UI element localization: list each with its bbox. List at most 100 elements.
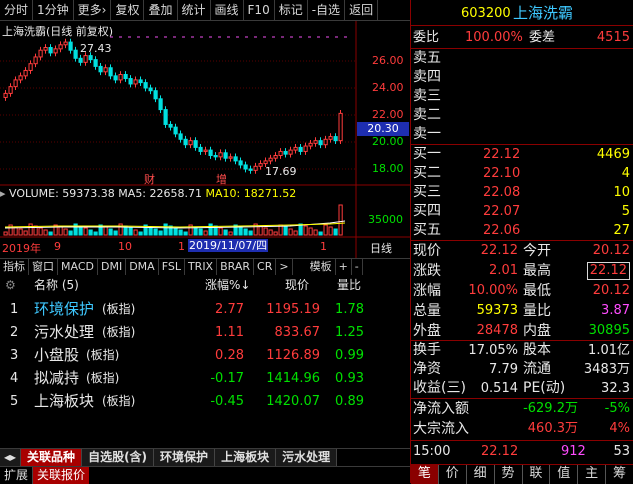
stock-name: 上海洗霸: [513, 4, 574, 22]
ind-tab-cr[interactable]: CR: [254, 259, 277, 275]
candle-body: [248, 168, 253, 171]
sell-row[interactable]: 卖四: [411, 68, 633, 87]
ind-tab-trix[interactable]: TRIX: [185, 259, 218, 275]
candle-body: [168, 123, 173, 128]
stat-row: 总量 59373 量比 3.87: [411, 301, 633, 321]
stat-label: 总量: [413, 303, 441, 319]
volume-bar: [318, 231, 323, 236]
toolbar-fenshi[interactable]: 分时: [0, 0, 34, 20]
ind-tab-template[interactable]: 模板: [307, 259, 336, 275]
stat-value: 2.01: [489, 263, 518, 278]
toolbar-huaxian[interactable]: 画线: [211, 0, 244, 20]
ind-tab-chuangkou[interactable]: 窗口: [29, 259, 58, 275]
footer-tab[interactable]: 笔: [411, 465, 439, 484]
col-ratio[interactable]: 量比: [337, 274, 361, 297]
kline-chart[interactable]: 上海洗霸(日线 前复权) 27.43 17.69 财 增 26.00 24.00…: [0, 21, 410, 261]
tab-arrows[interactable]: ◂▸: [0, 449, 22, 466]
stat-label: 最低: [523, 283, 551, 299]
tab-guanlian-baojia[interactable]: 关联报价: [33, 467, 90, 484]
footer-tab[interactable]: 值: [550, 465, 579, 484]
toolbar-diejia[interactable]: 叠加: [144, 0, 178, 20]
candle-body: [208, 149, 213, 157]
marker-cai[interactable]: 财: [144, 171, 155, 187]
stat-value: 17.05%: [468, 343, 518, 358]
related-row-tag: (板指): [102, 302, 136, 316]
related-row-tag: (板指): [86, 348, 120, 362]
candle-body: [243, 164, 248, 170]
sell-row[interactable]: 卖一: [411, 125, 633, 144]
ind-tab-macd[interactable]: MACD: [58, 259, 98, 275]
candle-body: [153, 90, 158, 100]
sell-row[interactable]: 卖二: [411, 106, 633, 125]
tab-kuozhan[interactable]: 扩展: [0, 467, 34, 484]
buy-price: 22.08: [483, 185, 521, 200]
footer-tab[interactable]: 价: [438, 465, 467, 484]
tab-shanghai[interactable]: 上海板块: [215, 449, 277, 466]
price-axis-24: 24.00: [372, 81, 404, 94]
top-toolbar: 分时 1分钟 更多› 复权 叠加 统计 画线 F10 标记 -自选 返回: [0, 0, 410, 21]
ind-tab-dma[interactable]: DMA: [126, 259, 159, 275]
related-row-ratio: 1.25: [335, 325, 364, 340]
buy-label: 买三: [413, 184, 441, 200]
footer-tab[interactable]: 势: [494, 465, 523, 484]
toolbar-back[interactable]: 返回: [345, 0, 379, 20]
stat-value: 59373: [476, 303, 518, 318]
toolbar-fuquan[interactable]: 复权: [111, 0, 145, 20]
volume-bar: [98, 224, 103, 236]
ind-tab-zhibiao[interactable]: 指标: [0, 259, 29, 275]
footer-tab[interactable]: 细: [466, 465, 495, 484]
sell-row[interactable]: 卖三: [411, 87, 633, 106]
candle-body: [43, 47, 48, 51]
kline-svg: [0, 21, 410, 259]
ind-tab-minus[interactable]: -: [352, 259, 363, 275]
bottom-tabs: ◂▸ 关联品种 自选股(含) 环境保护 上海板块 污水处理: [0, 448, 410, 466]
weicha-label: 委差: [529, 30, 556, 45]
related-row[interactable]: 1 环境保护 (板指) 2.77 1195.19 1.78: [0, 298, 410, 321]
col-price[interactable]: 现价: [285, 274, 309, 297]
related-row[interactable]: 3 小盘股 (板指) 0.28 1126.89 0.99: [0, 344, 410, 367]
related-row-name: 上海板块: [34, 392, 95, 410]
gear-icon[interactable]: ⚙: [5, 274, 16, 297]
period-label[interactable]: 日线: [370, 240, 392, 256]
toolbar-f10[interactable]: F10: [244, 0, 275, 20]
tab-huanjing[interactable]: 环境保护: [154, 449, 216, 466]
toolbar-1min[interactable]: 1分钟: [33, 0, 74, 20]
toolbar-biaoji[interactable]: 标记: [275, 0, 308, 20]
volume-bar: [68, 230, 73, 236]
related-row[interactable]: 4 拟减持 (板指) -0.17 1414.96 0.93: [0, 367, 410, 390]
stat-label: 最高: [523, 263, 551, 279]
buy-volume: 4: [621, 166, 630, 181]
ind-tab-next[interactable]: >: [276, 259, 293, 275]
ind-tab-fsl[interactable]: FSL: [159, 259, 185, 275]
footer-tab[interactable]: 联: [522, 465, 551, 484]
weibi-row: 委比 100.00% 委差 4515: [411, 27, 633, 48]
buy-row[interactable]: 买二 22.10 4: [411, 164, 633, 183]
toolbar-zixuan[interactable]: -自选: [308, 0, 346, 20]
tab-zixuan[interactable]: 自选股(含): [82, 449, 155, 466]
sell-row[interactable]: 卖五: [411, 49, 633, 68]
buy-row[interactable]: 买一 22.12 4469: [411, 145, 633, 164]
ind-tab-dmi[interactable]: DMI: [98, 259, 127, 275]
toolbar-more[interactable]: 更多›: [74, 0, 112, 20]
tab-wushui[interactable]: 污水处理: [276, 449, 338, 466]
candle-body: [93, 59, 98, 67]
footer-tab[interactable]: 筹: [606, 465, 633, 484]
col-change[interactable]: 涨幅%↓: [205, 274, 250, 297]
candle-body: [258, 163, 263, 167]
candle-body: [333, 136, 338, 142]
related-row[interactable]: 5 上海板块 (板指) -0.45 1420.07 0.89: [0, 390, 410, 413]
stat-row: 涨幅 10.00% 最低 20.12: [411, 281, 633, 301]
related-row[interactable]: 2 污水处理 (板指) 1.11 833.67 1.25: [0, 321, 410, 344]
col-name[interactable]: 名称 (5): [34, 274, 79, 297]
toolbar-tongji[interactable]: 统计: [178, 0, 211, 20]
marker-zeng[interactable]: 增: [216, 171, 227, 187]
footer-tab[interactable]: 主: [578, 465, 607, 484]
buy-row[interactable]: 买三 22.08 10: [411, 183, 633, 202]
ind-tab-plus[interactable]: +: [336, 259, 352, 275]
buy-row[interactable]: 买四 22.07 5: [411, 202, 633, 221]
buy-row[interactable]: 买五 22.06 27: [411, 221, 633, 240]
related-row-price: 1420.07: [266, 394, 320, 409]
candle-body: [118, 74, 123, 81]
ind-tab-brar[interactable]: BRAR: [217, 259, 255, 275]
tab-guanlian[interactable]: 关联品种: [21, 449, 83, 466]
